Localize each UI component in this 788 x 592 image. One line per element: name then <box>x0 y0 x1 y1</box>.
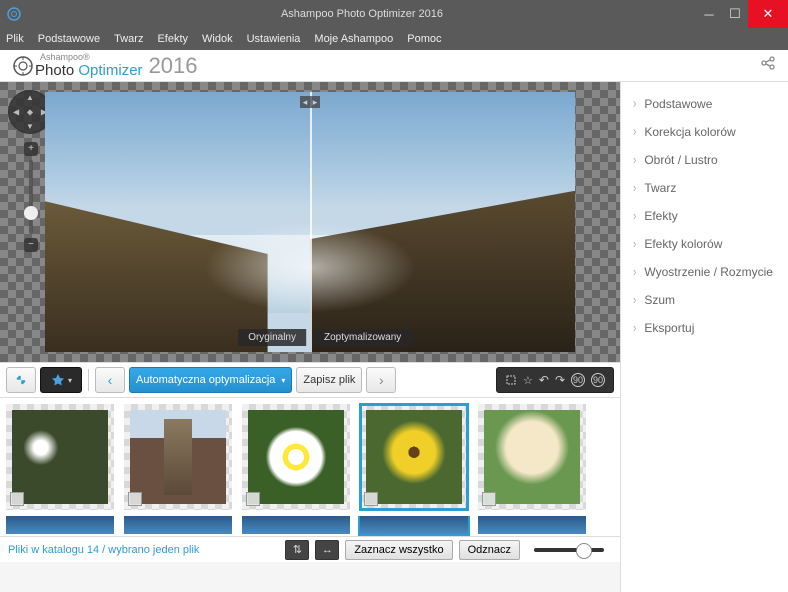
zoom-slider[interactable]: + − <box>24 142 38 252</box>
thumbnail-strip-2 <box>0 516 620 536</box>
cat-obrot[interactable]: ›Obrót / Lustro <box>621 146 788 174</box>
app-icon <box>0 0 28 28</box>
sort-button[interactable]: ⇅ <box>285 540 309 560</box>
undo-icon[interactable]: ↶ <box>539 373 549 387</box>
logo-brand: Ashampoo® <box>40 53 143 62</box>
thumb-checkbox[interactable] <box>10 492 24 506</box>
thumb-checkbox[interactable] <box>364 492 378 506</box>
thumbnail-selected[interactable] <box>360 404 468 510</box>
cat-korekcja[interactable]: ›Korekcja kolorów <box>621 118 788 146</box>
compare-divider[interactable] <box>310 92 312 352</box>
window-title: Ashampoo Photo Optimizer 2016 <box>28 8 696 20</box>
chevron-right-icon: › <box>633 209 636 223</box>
cat-efekty[interactable]: ›Efekty <box>621 202 788 230</box>
menu-widok[interactable]: Widok <box>202 33 233 45</box>
menu-podstawowe[interactable]: Podstawowe <box>38 33 100 45</box>
maximize-button[interactable]: ☐ <box>722 0 748 28</box>
rotate-left-icon[interactable]: 90 <box>571 373 585 387</box>
thumbnail[interactable] <box>242 404 350 510</box>
save-file-button[interactable]: Zapisz plik <box>296 367 362 393</box>
status-text: Pliki w katalogu 14 / wybrano jeden plik <box>8 544 199 556</box>
zoom-handle[interactable] <box>24 206 38 220</box>
select-all-button[interactable]: Zaznacz wszystko <box>345 540 452 560</box>
crop-icon[interactable] <box>505 374 517 386</box>
menu-pomoc[interactable]: Pomoc <box>407 33 441 45</box>
cat-efekty-kolorow[interactable]: ›Efekty kolorów <box>621 230 788 258</box>
zoom-in-button[interactable]: + <box>24 142 38 156</box>
cat-szum[interactable]: ›Szum <box>621 286 788 314</box>
chevron-right-icon: › <box>633 293 636 307</box>
menu-twarz[interactable]: Twarz <box>114 33 143 45</box>
zoom-out-button[interactable]: − <box>24 238 38 252</box>
thumbnail[interactable] <box>6 516 114 534</box>
minimize-button[interactable]: ─ <box>696 0 722 28</box>
thumbnail-strip <box>0 398 620 516</box>
cat-wyostrzenie[interactable]: ›Wyostrzenie / Rozmycie <box>621 258 788 286</box>
chevron-right-icon: › <box>633 265 636 279</box>
chevron-right-icon: › <box>633 125 636 139</box>
thumbnail[interactable] <box>124 404 232 510</box>
chevron-right-icon: › <box>633 97 636 111</box>
menu-efekty[interactable]: Efekty <box>157 33 188 45</box>
deselect-button[interactable]: Odznacz <box>459 540 520 560</box>
thumbnail[interactable] <box>478 516 586 534</box>
resize-button[interactable]: ↔ <box>315 540 339 560</box>
redo-icon[interactable]: ↷ <box>555 373 565 387</box>
logo-product: Photo Optimizer <box>35 62 143 79</box>
close-button[interactable]: ✕ <box>748 0 788 28</box>
next-button[interactable]: › <box>366 367 396 393</box>
transform-toolbar[interactable]: ☆ ↶ ↷ 90 90 <box>496 367 614 393</box>
chevron-right-icon: › <box>633 153 636 167</box>
thumb-checkbox[interactable] <box>246 492 260 506</box>
share-icon[interactable] <box>760 55 776 76</box>
chevron-right-icon: › <box>633 237 636 251</box>
chevron-right-icon: › <box>633 181 636 195</box>
thumb-size-slider[interactable] <box>534 548 604 552</box>
collapse-button[interactable] <box>6 367 36 393</box>
thumbnail[interactable] <box>478 404 586 510</box>
favorite-button[interactable]: ▾ <box>40 367 82 393</box>
thumb-checkbox[interactable] <box>482 492 496 506</box>
star-outline-icon[interactable]: ☆ <box>523 374 533 387</box>
prev-button[interactable]: ‹ <box>95 367 125 393</box>
menu-moje-ashampoo[interactable]: Moje Ashampoo <box>314 33 393 45</box>
compare-handle[interactable]: ◂▸ <box>300 96 320 108</box>
logo-year: 2016 <box>149 53 198 79</box>
cat-eksportuj[interactable]: ›Eksportuj <box>621 314 788 342</box>
thumbnail[interactable] <box>242 516 350 534</box>
menubar: Plik Podstawowe Twarz Efekty Widok Ustaw… <box>0 28 788 50</box>
cat-twarz[interactable]: ›Twarz <box>621 174 788 202</box>
label-optimized: Zoptymalizowany <box>314 329 411 346</box>
menu-plik[interactable]: Plik <box>6 33 24 45</box>
cat-podstawowe[interactable]: ›Podstawowe <box>621 90 788 118</box>
thumbnail[interactable] <box>124 516 232 534</box>
category-panel: ›Podstawowe ›Korekcja kolorów ›Obrót / L… <box>620 82 788 592</box>
preview-image: ◂▸ Oryginalny Zoptymalizowany <box>45 92 575 352</box>
rotate-right-icon[interactable]: 90 <box>591 373 605 387</box>
chevron-right-icon: › <box>633 321 636 335</box>
thumb-checkbox[interactable] <box>128 492 142 506</box>
auto-optimize-button[interactable]: Automatyczna optymalizacja▾ <box>129 367 292 393</box>
menu-ustawienia[interactable]: Ustawienia <box>247 33 301 45</box>
label-original: Oryginalny <box>238 329 306 346</box>
thumbnail[interactable] <box>360 516 468 534</box>
image-viewer: ▲▼▶◀ + − ◂▸ Oryginalny Zoptymalizowany <box>0 82 620 362</box>
logo-icon <box>12 55 34 77</box>
thumbnail[interactable] <box>6 404 114 510</box>
